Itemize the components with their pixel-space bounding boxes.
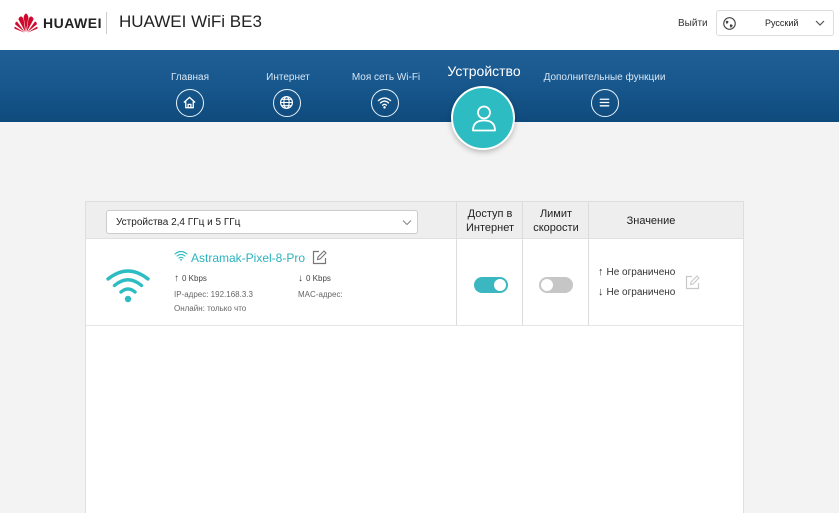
language-select[interactable]: Русский — [716, 10, 834, 36]
devices-panel: Устройства 2,4 ГГц и 5 ГГц Доступ в Интер… — [85, 201, 744, 513]
chevron-down-icon — [815, 20, 825, 26]
column-header-limit: Лимит скорости — [533, 207, 579, 234]
toggle-knob — [541, 279, 553, 291]
nav-item-advanced[interactable]: Дополнительные функции — [538, 50, 671, 122]
speed-limit-toggle[interactable] — [539, 277, 573, 293]
upload-limit: ↑ Не ограничено — [598, 266, 676, 278]
table-row: Astramak-Pixel-8-Pro ↑ 0 Kbps ↓ 0 Kbps IP-… — [86, 239, 743, 326]
table-header: Устройства 2,4 ГГц и 5 ГГц Доступ в Интер… — [86, 202, 743, 239]
language-value: Русский — [765, 18, 799, 28]
menu-icon — [591, 89, 619, 117]
arrow-up-icon: ↑ — [598, 266, 604, 278]
nav-item-home[interactable]: Главная — [160, 50, 220, 122]
online-status: Онлайн: только что — [174, 304, 247, 313]
arrow-down-icon: ↓ — [298, 273, 303, 284]
internet-access-toggle[interactable] — [474, 277, 508, 293]
nav-label: Дополнительные функции — [543, 72, 666, 83]
arrow-down-icon: ↓ — [598, 286, 604, 298]
arrow-up-icon: ↑ — [174, 273, 179, 284]
globe-icon — [273, 89, 301, 117]
band-filter-select[interactable]: Устройства 2,4 ГГц и 5 ГГц — [106, 210, 418, 234]
nav-item-wifi[interactable]: Моя сеть Wi-Fi — [345, 50, 427, 122]
ip-address: IP-адрес: 192.168.3.3 — [174, 290, 253, 299]
column-header-access: Доступ в Интернет — [466, 207, 514, 234]
globe-icon — [723, 17, 736, 30]
download-rate: ↓ 0 Kbps — [298, 273, 331, 284]
edit-limit-icon[interactable] — [685, 275, 700, 290]
brand-divider — [106, 12, 107, 34]
main-nav: Главная Интернет Моя сеть Wi-Fi Дополнит… — [0, 50, 839, 122]
huawei-logo-icon — [14, 13, 38, 33]
toggle-knob — [494, 279, 506, 291]
nav-item-internet[interactable]: Интернет — [258, 50, 318, 122]
nav-label: Главная — [170, 72, 210, 83]
logout-link[interactable]: Выйти — [678, 18, 708, 29]
column-header-value: Значение — [626, 214, 676, 227]
top-bar: HUAWEI HUAWEI WiFi BE3 Выйти Русский — [0, 0, 839, 50]
chevron-down-icon — [402, 220, 412, 226]
device-name-link[interactable]: Astramak-Pixel-8-Pro — [191, 251, 305, 265]
nav-label: Интернет — [266, 72, 310, 83]
wifi-signal-icon — [106, 269, 150, 303]
download-limit: ↓ Не ограничено — [598, 286, 676, 298]
user-icon[interactable] — [451, 86, 515, 150]
nav-label: Моя сеть Wi-Fi — [351, 72, 421, 83]
upload-rate: ↑ 0 Kbps — [174, 273, 207, 284]
wifi-icon — [371, 89, 399, 117]
wifi-icon — [174, 250, 188, 261]
product-title: HUAWEI WiFi BE3 — [119, 12, 262, 31]
brand: HUAWEI — [14, 13, 102, 33]
home-icon — [176, 89, 204, 117]
brand-name: HUAWEI — [43, 15, 102, 31]
nav-item-devices-label[interactable]: Устройство — [436, 63, 532, 79]
band-filter-value: Устройства 2,4 ГГц и 5 ГГц — [116, 217, 241, 228]
edit-icon[interactable] — [312, 250, 327, 265]
mac-address: MAC-адрес: — [298, 290, 343, 299]
